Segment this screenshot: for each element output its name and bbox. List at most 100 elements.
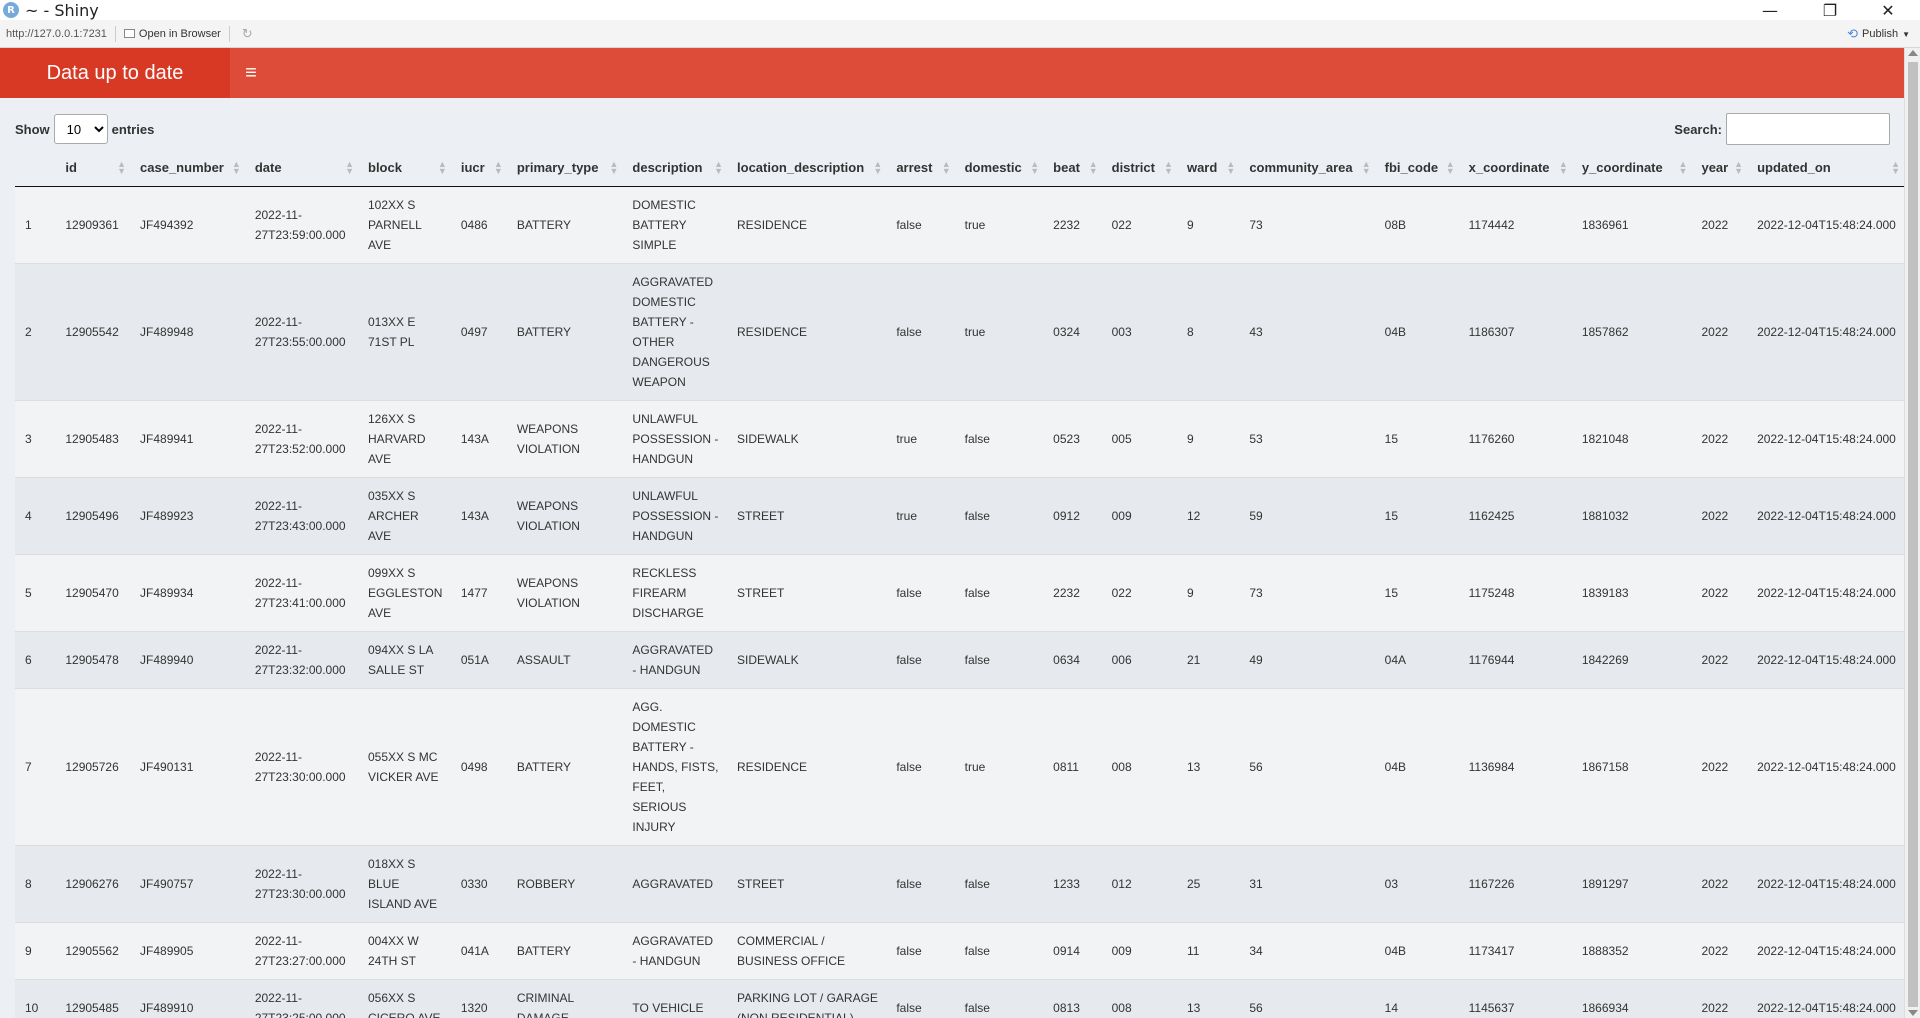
table-cell-ward: 12: [1176, 476, 1240, 554]
table-row[interactable]: 4 12905496 JF489923 2022-11-27T23:43:00.000…: [15, 476, 1904, 554]
column-header-description[interactable]: description ▲ ▼: [622, 150, 728, 187]
table-cell-iucr: 1320: [450, 978, 507, 1018]
column-header-year[interactable]: year ▲ ▼: [1691, 150, 1748, 187]
column-header-case-number[interactable]: case_number ▲ ▼: [130, 150, 245, 187]
table-cell-year: 2022: [1691, 687, 1748, 845]
table-cell-id: 12905542: [55, 262, 131, 400]
table-cell-community-area: 56: [1239, 978, 1375, 1018]
table-cell-community-area: 31: [1239, 844, 1375, 922]
column-header-domestic[interactable]: domestic ▲ ▼: [954, 150, 1044, 187]
table-cell-fbi-code: 04B: [1374, 687, 1459, 845]
viewer-url[interactable]: http://127.0.0.1:7231: [6, 28, 107, 40]
table-cell-district: 003: [1101, 262, 1177, 400]
column-header-primary-type[interactable]: primary_type ▲ ▼: [506, 150, 623, 187]
search-input[interactable]: [1726, 113, 1890, 145]
table-cell-arrest: false: [886, 921, 955, 979]
table-cell-iucr: 051A: [450, 630, 507, 688]
entries-select[interactable]: 10: [53, 114, 108, 144]
table-cell-y-coordinate: 1881032: [1571, 476, 1692, 554]
table-cell-beat: 0523: [1043, 399, 1102, 477]
table-cell-case-number: JF489910: [130, 978, 245, 1018]
table-cell-district: 022: [1101, 185, 1177, 263]
vertical-scrollbar[interactable]: [1904, 48, 1920, 1018]
table-cell-case-number: JF489905: [130, 921, 245, 979]
table-cell-x-coordinate: 1136984: [1458, 687, 1572, 845]
table-cell-y-coordinate: 1821048: [1571, 399, 1692, 477]
table-cell-primary-type: BATTERY: [506, 687, 623, 845]
column-header-beat[interactable]: beat ▲ ▼: [1043, 150, 1102, 187]
sort-icon: ▲ ▼: [1891, 159, 1900, 176]
table-row[interactable]: 6 12905478 JF489940 2022-11-27T23:32:00.000…: [15, 630, 1904, 688]
table-row[interactable]: 8 12906276 JF490757 2022-11-27T23:30:00.000…: [15, 844, 1904, 922]
table-cell-domestic: false: [954, 844, 1044, 922]
table-cell-ward: 9: [1176, 399, 1240, 477]
table-cell-case-number: JF489934: [130, 553, 245, 631]
table-cell-x-coordinate: 1167226: [1458, 844, 1572, 922]
column-header-x-coordinate[interactable]: x_coordinate ▲ ▼: [1458, 150, 1572, 187]
table-row[interactable]: 3 12905483 JF489941 2022-11-27T23:52:00.000…: [15, 399, 1904, 477]
table-cell-date: 2022-11-27T23:43:00.000: [244, 476, 358, 554]
table-cell-iucr: 0497: [450, 262, 507, 400]
scrollbar-thumb[interactable]: [1908, 62, 1918, 1007]
scroll-down-icon[interactable]: [1908, 1010, 1918, 1016]
column-header-ward[interactable]: ward ▲ ▼: [1176, 150, 1240, 187]
table-cell-rownum: 5: [15, 553, 56, 631]
minimize-button[interactable]: —: [1742, 0, 1798, 20]
table-cell-district: 009: [1101, 476, 1177, 554]
table-cell-ward: 9: [1176, 553, 1240, 631]
table-cell-x-coordinate: 1173417: [1458, 921, 1572, 979]
column-header-arrest[interactable]: arrest ▲ ▼: [886, 150, 955, 187]
table-cell-date: 2022-11-27T23:52:00.000: [244, 399, 358, 477]
table-cell-beat: 0813: [1043, 978, 1102, 1018]
column-header-rownum[interactable]: [15, 150, 56, 187]
table-cell-updated-on: 2022-12-04T15:48:24.000: [1747, 399, 1904, 477]
table-row[interactable]: 9 12905562 JF489905 2022-11-27T23:27:00.000…: [15, 921, 1904, 979]
table-cell-community-area: 43: [1239, 262, 1375, 400]
scroll-up-icon[interactable]: [1908, 50, 1918, 56]
search-control: Search:: [1674, 113, 1890, 145]
table-cell-y-coordinate: 1836961: [1571, 185, 1692, 263]
column-header-fbi-code[interactable]: fbi_code ▲ ▼: [1374, 150, 1459, 187]
table-cell-y-coordinate: 1867158: [1571, 687, 1692, 845]
table-cell-location-description: PARKING LOT / GARAGE (NON RESIDENTIAL): [727, 978, 887, 1018]
table-cell-ward: 13: [1176, 687, 1240, 845]
column-header-updated-on[interactable]: updated_on ▲ ▼: [1747, 150, 1904, 187]
chevron-down-icon: ▼: [1902, 29, 1910, 39]
table-cell-case-number: JF489941: [130, 399, 245, 477]
table-cell-x-coordinate: 1175248: [1458, 553, 1572, 631]
sort-icon: ▲ ▼: [493, 159, 503, 176]
open-in-browser-button[interactable]: Open in Browser: [123, 28, 221, 40]
column-header-block[interactable]: block ▲ ▼: [358, 150, 451, 187]
publish-button[interactable]: ⟲ Publish ▼: [1847, 26, 1910, 42]
table-cell-updated-on: 2022-12-04T15:48:24.000: [1747, 476, 1904, 554]
table-cell-district: 006: [1101, 630, 1177, 688]
column-header-district[interactable]: district ▲ ▼: [1101, 150, 1177, 187]
column-header-y-coordinate[interactable]: y_coordinate ▲ ▼: [1571, 150, 1692, 187]
table-cell-iucr: 0330: [450, 844, 507, 922]
table-row[interactable]: 1 12909361 JF494392 2022-11-27T23:59:00.000…: [15, 185, 1904, 263]
table-cell-year: 2022: [1691, 630, 1748, 688]
table-row[interactable]: 2 12905542 JF489948 2022-11-27T23:55:00.000…: [15, 262, 1904, 400]
table-cell-iucr: 143A: [450, 476, 507, 554]
table-cell-y-coordinate: 1866934: [1571, 978, 1692, 1018]
sidebar-toggle-icon[interactable]: ≡: [236, 60, 266, 86]
table-cell-iucr: 0486: [450, 185, 507, 263]
column-header-date[interactable]: date ▲ ▼: [244, 150, 358, 187]
restore-button[interactable]: ❐: [1802, 0, 1858, 20]
column-header-location-description[interactable]: location_description ▲ ▼: [727, 150, 887, 187]
table-row[interactable]: 10 12905485 JF489910 2022-11-27T23:25:00.00…: [15, 978, 1904, 1018]
table-cell-date: 2022-11-27T23:27:00.000: [244, 921, 358, 979]
column-header-community-area[interactable]: community_area ▲ ▼: [1239, 150, 1375, 187]
dashboard-title: Data up to date: [0, 48, 230, 98]
table-cell-id: 12905483: [55, 399, 131, 477]
column-header-iucr[interactable]: iucr ▲ ▼: [450, 150, 507, 187]
table-row[interactable]: 7 12905726 JF490131 2022-11-27T23:30:00.000…: [15, 687, 1904, 845]
table-row[interactable]: 5 12905470 JF489934 2022-11-27T23:41:00.000…: [15, 553, 1904, 631]
column-header-id[interactable]: id ▲ ▼: [55, 150, 131, 187]
table-cell-primary-type: CRIMINAL DAMAGE: [506, 978, 623, 1018]
close-button[interactable]: ✕: [1860, 0, 1916, 20]
table-cell-district: 005: [1101, 399, 1177, 477]
table-cell-arrest: true: [886, 399, 955, 477]
refresh-icon[interactable]: ↻: [242, 26, 253, 42]
table-cell-description: UNLAWFUL POSSESSION - HANDGUN: [622, 476, 728, 554]
